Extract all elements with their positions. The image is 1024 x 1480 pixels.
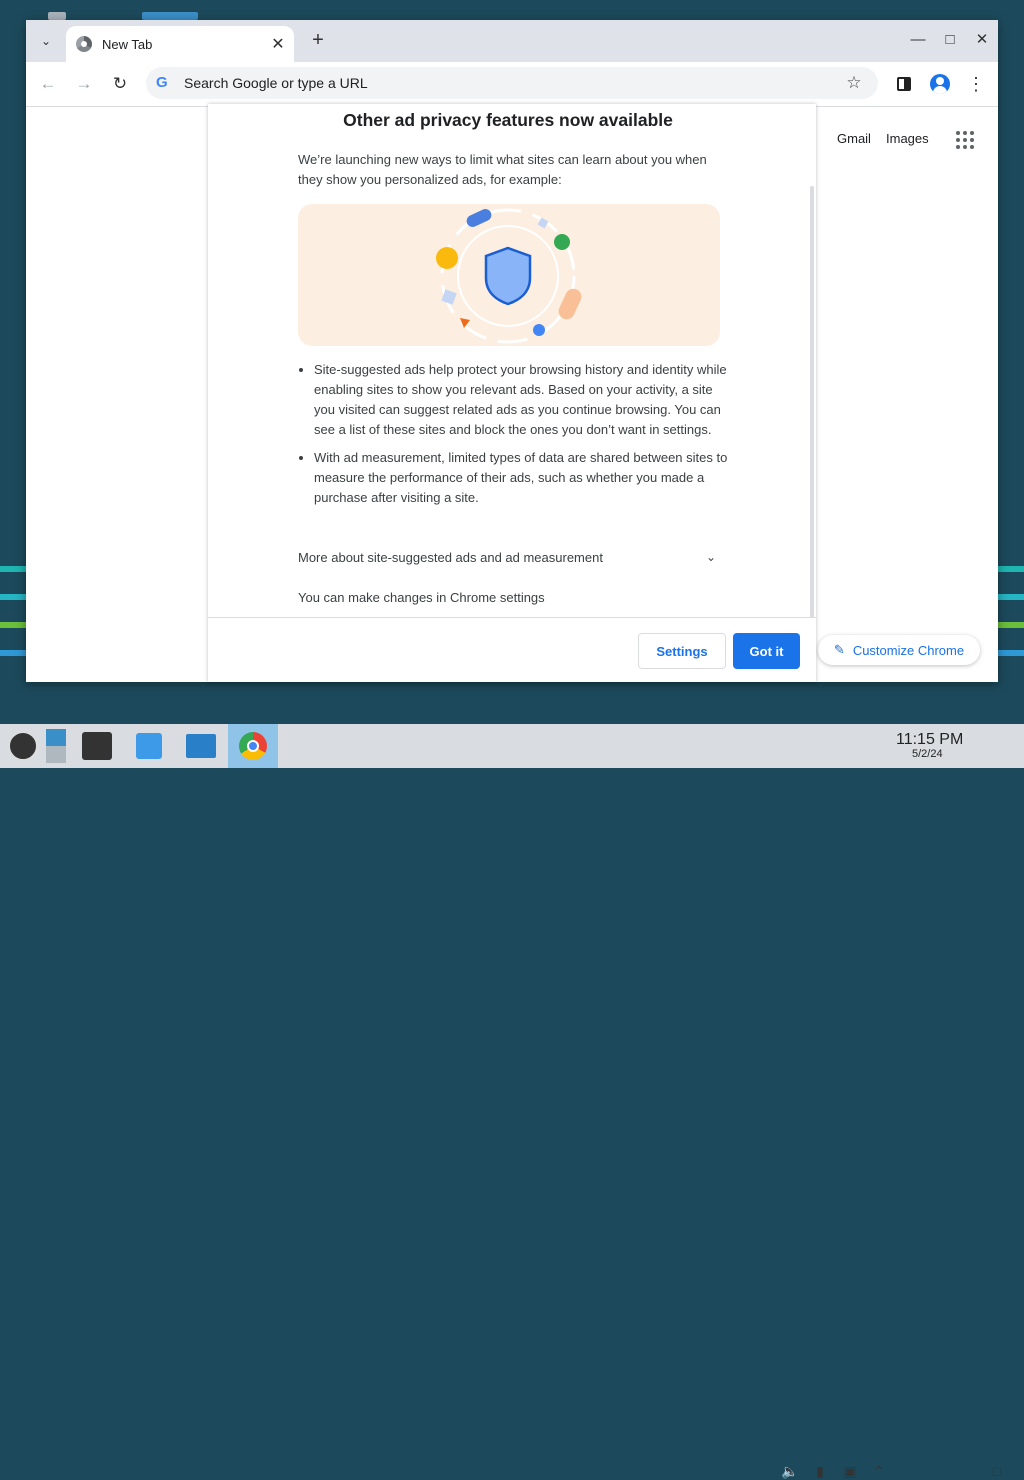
images-link[interactable]: Images bbox=[886, 131, 929, 146]
network-icon[interactable]: ▣ bbox=[841, 1462, 859, 1480]
gmail-link[interactable]: Gmail bbox=[837, 131, 871, 146]
tab-new-tab[interactable]: New Tab ✕ bbox=[66, 26, 294, 62]
maximize-icon[interactable]: □ bbox=[938, 30, 962, 50]
chrome-taskbar-icon[interactable] bbox=[228, 724, 278, 768]
file-manager-icon[interactable] bbox=[178, 724, 224, 768]
got-it-button[interactable]: Got it bbox=[733, 633, 800, 669]
volume-icon[interactable]: 🔈 bbox=[781, 1462, 799, 1480]
settings-note: You can make changes in Chrome settings bbox=[298, 590, 545, 605]
show-desktop-icon[interactable] bbox=[44, 724, 68, 768]
dialog-divider bbox=[208, 617, 816, 618]
removable-device-icon[interactable]: ▮ bbox=[811, 1462, 829, 1480]
google-g-icon: G bbox=[156, 74, 168, 91]
software-store-icon[interactable] bbox=[126, 724, 172, 768]
side-panel-icon[interactable] bbox=[892, 72, 916, 96]
dialog-scrollbar[interactable] bbox=[808, 186, 816, 618]
shield-orbit-illustration bbox=[436, 208, 582, 344]
new-tab-plus-icon[interactable]: + bbox=[308, 30, 328, 50]
show-desktop-square-icon[interactable]: □ bbox=[988, 1462, 1006, 1480]
back-arrow-icon[interactable]: ← bbox=[36, 72, 60, 96]
dialog-title: Other ad privacy features now available bbox=[343, 110, 673, 130]
privacy-illustration bbox=[298, 204, 720, 346]
minimize-icon[interactable]: — bbox=[906, 30, 930, 50]
chevron-down-icon: ⌄ bbox=[705, 550, 716, 564]
system-settings-icon[interactable] bbox=[74, 724, 120, 768]
tab-strip: ⌄ New Tab ✕ + — □ ✕ bbox=[26, 20, 998, 62]
feature-list: Site-suggested ads help protect your bro… bbox=[298, 360, 736, 516]
toolbar: ← → ↻ G Search Google or type a URL ☆ ⋮ bbox=[26, 62, 998, 107]
close-window-icon[interactable]: ✕ bbox=[970, 30, 994, 50]
chrome-favicon-icon bbox=[76, 36, 92, 52]
omnibox-placeholder[interactable]: Search Google or type a URL bbox=[184, 75, 842, 91]
clock-time[interactable]: 11:15 PM bbox=[896, 731, 963, 749]
tray-expand-chevron-icon[interactable]: ⌃ bbox=[870, 1462, 888, 1480]
menu-kebab-icon[interactable]: ⋮ bbox=[964, 72, 988, 96]
omnibox[interactable]: G Search Google or type a URL ☆ bbox=[146, 67, 878, 99]
bookmark-star-icon[interactable]: ☆ bbox=[842, 73, 866, 93]
reload-icon[interactable]: ↻ bbox=[108, 72, 132, 96]
more-info-label: More about site-suggested ads and ad mea… bbox=[298, 550, 603, 565]
list-item-ad-measurement: With ad measurement, limited types of da… bbox=[314, 448, 736, 508]
desktop-icon-partial bbox=[48, 12, 66, 20]
desktop-folder-partial bbox=[142, 12, 198, 20]
taskbar: 🔈 ▮ ▣ ⌃ □ bbox=[0, 724, 1024, 1479]
google-apps-grid-icon[interactable] bbox=[956, 131, 974, 149]
close-tab-icon[interactable]: ✕ bbox=[268, 34, 288, 54]
settings-button[interactable]: Settings bbox=[638, 633, 726, 669]
dialog-intro: We’re launching new ways to limit what s… bbox=[298, 152, 707, 187]
ad-privacy-dialog: Other ad privacy features now available … bbox=[208, 104, 816, 682]
clock-date[interactable]: 5/2/24 bbox=[912, 748, 943, 760]
profile-avatar-icon[interactable] bbox=[928, 72, 952, 96]
list-item-site-suggested-ads: Site-suggested ads help protect your bro… bbox=[314, 360, 736, 440]
more-info-expander[interactable]: More about site-suggested ads and ad mea… bbox=[298, 550, 720, 565]
customize-chrome-label: Customize Chrome bbox=[852, 642, 965, 658]
tab-search-dropdown-icon[interactable]: ⌄ bbox=[34, 31, 58, 51]
customize-chrome-button[interactable]: ✎ Customize Chrome bbox=[818, 635, 980, 665]
forward-arrow-icon[interactable]: → bbox=[72, 72, 96, 96]
tab-title: New Tab bbox=[102, 36, 153, 52]
shield-icon bbox=[484, 246, 532, 306]
pencil-icon: ✎ bbox=[833, 642, 845, 657]
start-menu-icon[interactable] bbox=[0, 724, 46, 768]
